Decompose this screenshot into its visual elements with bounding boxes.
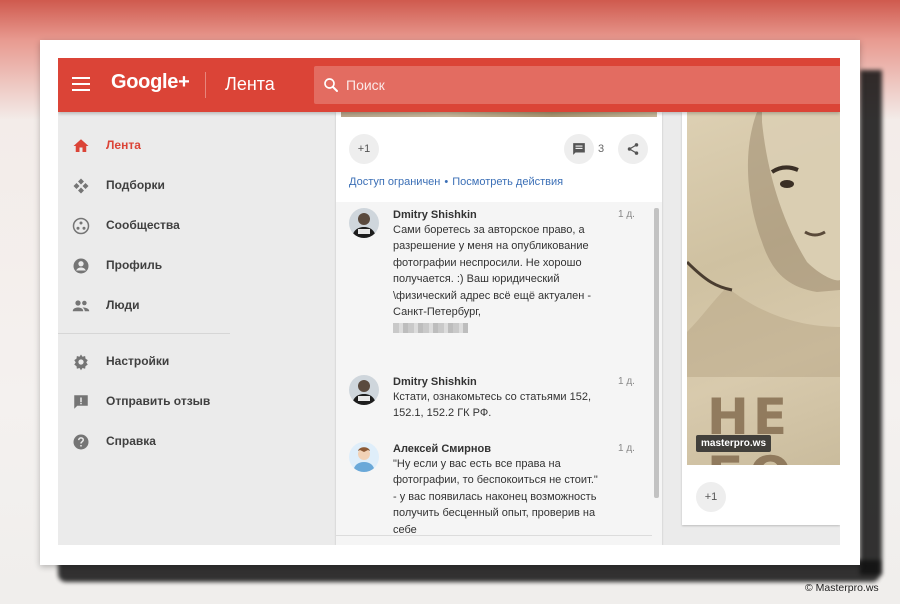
- feedback-icon: [74, 395, 88, 409]
- home-icon: [73, 139, 89, 152]
- sidebar: Лента Подборки Сообщества Профиль Люди Н…: [58, 112, 334, 545]
- post-card-right: НЕ БО masterpro.ws +1: [682, 112, 840, 525]
- post-card: +1 3 Доступ ограничен • Посмотреть действи…: [336, 112, 662, 545]
- avatar[interactable]: [349, 375, 379, 405]
- comments-scrollbar[interactable]: [654, 208, 659, 498]
- sidebar-item-feedback[interactable]: Отправить отзыв: [58, 384, 334, 420]
- sidebar-item-settings[interactable]: Настройки: [58, 344, 334, 380]
- comment-button[interactable]: [564, 134, 594, 164]
- sidebar-item-feed[interactable]: Лента: [58, 128, 334, 164]
- communities-icon: [72, 217, 90, 235]
- sidebar-item-label: Настройки: [106, 354, 170, 368]
- help-icon: [73, 434, 89, 450]
- profile-icon: [73, 258, 89, 274]
- sidebar-item-label: Сообщества: [106, 218, 180, 232]
- google-plus-logo[interactable]: Google+: [111, 71, 190, 94]
- sidebar-item-label: Люди: [106, 298, 140, 312]
- settings-icon: [74, 354, 88, 371]
- sidebar-item-label: Подборки: [106, 178, 165, 192]
- top-app-bar: Google+ Лента: [58, 58, 840, 112]
- separator-dot: •: [444, 176, 449, 188]
- search-input[interactable]: [346, 76, 826, 94]
- comment-count: 3: [598, 143, 605, 155]
- comment-author[interactable]: Dmitry Shishkin: [393, 209, 477, 221]
- page-title: Лента: [225, 74, 275, 94]
- share-button[interactable]: [618, 134, 648, 164]
- sidebar-item-help[interactable]: Справка: [58, 424, 334, 460]
- hamburger-menu-icon[interactable]: [72, 77, 90, 91]
- plus-one-button[interactable]: +1: [349, 134, 379, 164]
- avatar[interactable]: [349, 442, 379, 472]
- comment-time: 1 д.: [618, 443, 635, 454]
- post-image-bottom-edge: [341, 112, 657, 117]
- access-restricted-link[interactable]: Доступ ограничен: [349, 176, 440, 188]
- sidebar-item-profile[interactable]: Профиль: [58, 248, 334, 284]
- image-watermark: masterpro.ws: [696, 435, 772, 452]
- comment-time: 1 д.: [618, 376, 635, 387]
- comment-author[interactable]: Dmitry Shishkin: [393, 376, 477, 388]
- sidebar-item-label: Профиль: [106, 258, 163, 272]
- post-image[interactable]: НЕ БО masterpro.ws: [687, 112, 840, 465]
- post-access-row: Доступ ограничен • Посмотреть действия: [349, 176, 563, 188]
- google-plus-app: Google+ Лента Лента Подборки Сообщества …: [58, 58, 840, 545]
- comment-icon: [573, 143, 585, 155]
- avatar[interactable]: [349, 208, 379, 238]
- sidebar-item-label: Лента: [106, 138, 141, 152]
- sidebar-item-label: Отправить отзыв: [106, 394, 211, 408]
- sidebar-item-communities[interactable]: Сообщества: [58, 208, 334, 244]
- comment-text-wrap: Сами боретесь за авторское право, а разр…: [393, 222, 598, 334]
- comments-bottom-divider: [336, 535, 652, 536]
- people-icon: [72, 300, 90, 312]
- sidebar-item-label: Справка: [106, 434, 156, 448]
- comment-text: Сами боретесь за авторское право, а разр…: [393, 224, 592, 319]
- frame-shadow-right: [860, 70, 882, 575]
- sidebar-item-people[interactable]: Люди: [58, 288, 334, 324]
- poster-text: НЕ БО: [707, 388, 792, 465]
- share-icon: [627, 143, 639, 155]
- search-icon: [324, 78, 338, 92]
- header-divider: [205, 72, 206, 98]
- view-activity-link[interactable]: Посмотреть действия: [452, 176, 563, 188]
- comments-panel: Dmitry Shishkin 1 д. Сами боретесь за ав…: [336, 202, 662, 545]
- comment-text: Кстати, ознакомьтесь со статьями 152, 15…: [393, 391, 592, 420]
- comment-text: "Ну если у вас есть все права на фотогра…: [393, 458, 598, 536]
- plus-one-button[interactable]: +1: [696, 482, 726, 512]
- sidebar-item-collections[interactable]: Подборки: [58, 168, 334, 204]
- comment-author[interactable]: Алексей Смирнов: [393, 443, 491, 455]
- sidebar-divider: [58, 333, 230, 334]
- search-bar[interactable]: [314, 66, 840, 104]
- source-credit: © Masterpro.ws: [805, 582, 879, 594]
- comment-time: 1 д.: [618, 209, 635, 220]
- redacted-address: [393, 323, 468, 334]
- collections-icon: [73, 178, 89, 194]
